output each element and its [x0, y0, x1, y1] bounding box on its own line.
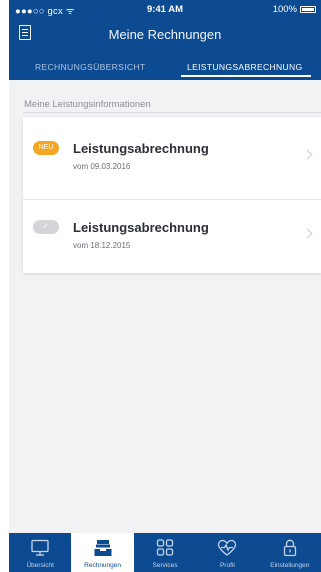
app-header: ●●●○○ gcx ᯤ 9:41 AM 100% Meine Rechnunge… — [9, 0, 321, 80]
tabbar-label: Services — [152, 562, 178, 569]
grid-icon — [156, 539, 174, 556]
lock-icon — [283, 539, 296, 557]
tab-rechnungsuebersicht[interactable]: RECHNUNGSÜBERSICHT — [35, 62, 145, 72]
chevron-right-icon — [302, 149, 313, 160]
list-item[interactable]: NEU Leistungsabrechnung vom 09.03.2016 — [23, 117, 321, 195]
section-heading: Meine Leistungsinformationen — [24, 99, 151, 110]
tabbar-label: Übersicht — [26, 562, 54, 569]
section-divider — [23, 112, 321, 113]
status-bar: ●●●○○ gcx ᯤ 9:41 AM 100% — [9, 0, 321, 18]
battery-percent: 100% — [272, 4, 297, 15]
item-title: Leistungsabrechnung — [73, 141, 209, 156]
app-screen: ●●●○○ gcx ᯤ 9:41 AM 100% Meine Rechnunge… — [9, 0, 321, 572]
page-title: Meine Rechnungen — [108, 27, 222, 42]
chevron-right-icon — [302, 228, 313, 239]
tabbar-item-rechnungen[interactable]: Rechnungen — [71, 533, 134, 572]
tabbar-item-services[interactable]: Services — [134, 533, 196, 572]
statement-list: NEU Leistungsabrechnung vom 09.03.2016 ✓… — [23, 117, 321, 273]
phone-frame: ●●●○○ gcx ᯤ 9:41 AM 100% Meine Rechnunge… — [0, 0, 321, 572]
segment-tabs: RECHNUNGSÜBERSICHT LEISTUNGSABRECHNUNG — [9, 58, 321, 80]
battery-icon — [300, 6, 316, 13]
item-date: vom 09.03.2016 — [73, 162, 131, 171]
bottom-tab-bar: Übersicht Rechnungen Services Profil Ein… — [9, 533, 321, 572]
tabbar-item-profil[interactable]: Profil — [196, 533, 258, 572]
tabbar-item-einstellungen[interactable]: Einstellungen — [259, 533, 321, 572]
heart-pulse-icon — [218, 539, 237, 556]
checkmark-badge: ✓ — [33, 220, 59, 234]
tabbar-item-uebersicht[interactable]: Übersicht — [9, 533, 71, 572]
list-item[interactable]: ✓ Leistungsabrechnung vom 18.12.2015 — [23, 196, 321, 274]
item-title: Leistungsabrechnung — [73, 220, 209, 235]
new-badge: NEU — [33, 141, 59, 155]
monitor-icon — [31, 539, 49, 556]
title-bar: Meine Rechnungen — [9, 22, 321, 48]
item-date: vom 18.12.2015 — [73, 241, 131, 250]
tab-leistungsabrechnung[interactable]: LEISTUNGSABRECHNUNG — [187, 62, 303, 72]
tabbar-label: Profil — [219, 562, 235, 569]
inbox-icon — [94, 540, 112, 556]
tabbar-label: Einstellungen — [270, 562, 310, 569]
active-tab-indicator — [181, 75, 311, 77]
tabbar-label: Rechnungen — [84, 562, 122, 569]
